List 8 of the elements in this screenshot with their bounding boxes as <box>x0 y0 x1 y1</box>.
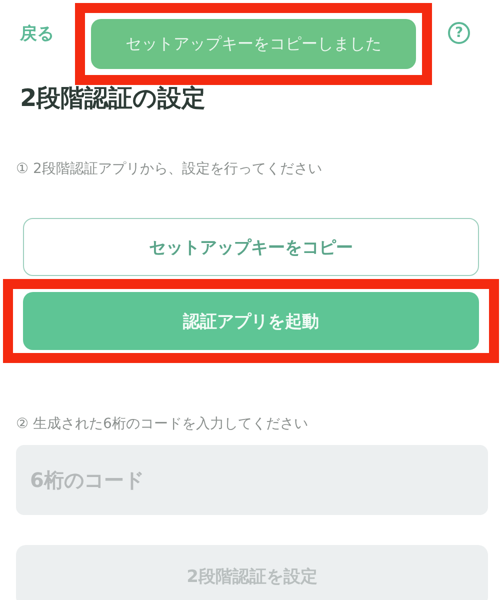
step-instruction: ① 2段階認証アプリから、設定を行ってください <box>16 160 323 178</box>
page-title: 2段階認証の設定 <box>20 83 207 114</box>
launch-app-button[interactable]: 認証アプリを起動 <box>23 292 479 350</box>
step-instruction: ② 生成された6桁のコードを入力してください <box>16 415 309 433</box>
copy-key-button[interactable]: セットアップキーをコピー <box>23 218 479 276</box>
back-link[interactable]: 戻る <box>16 22 54 44</box>
help-icon[interactable]: ? <box>448 22 470 44</box>
toast-message: セットアップキーをコピーしました <box>91 19 416 69</box>
